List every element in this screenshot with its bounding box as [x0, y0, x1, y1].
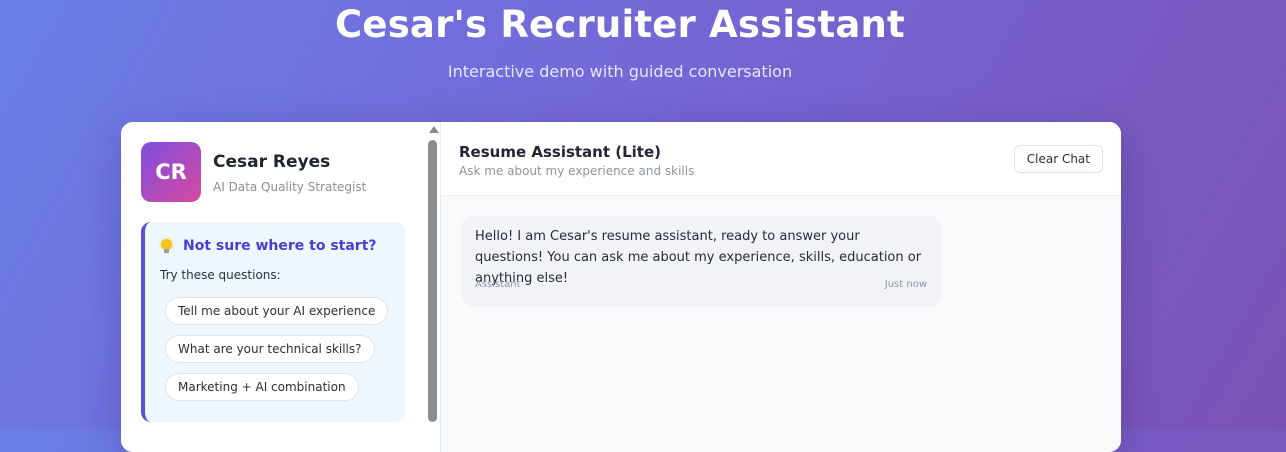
clear-chat-button[interactable]: Clear Chat: [1013, 145, 1103, 173]
message-text: Hello! I am Cesar's resume assistant, re…: [475, 229, 922, 286]
chat-title: Resume Assistant (Lite): [459, 143, 662, 161]
chat-header: Resume Assistant (Lite) Ask me about my …: [441, 122, 1121, 196]
page-title: Cesar's Recruiter Assistant: [335, 3, 905, 46]
suggestion-chip[interactable]: What are your technical skills?: [165, 335, 375, 363]
suggestions-prompt: Try these questions:: [160, 268, 281, 282]
profile-sidebar: CR Cesar Reyes AI Data Quality Strategis…: [121, 122, 412, 452]
suggestion-chip[interactable]: Marketing + AI combination: [165, 373, 359, 401]
lightbulb-icon: [161, 238, 173, 254]
message-sender: Assistant: [475, 279, 521, 290]
app-card: CR Cesar Reyes AI Data Quality Strategis…: [121, 122, 1121, 452]
page-subtitle: Interactive demo with guided conversatio…: [447, 62, 793, 81]
assistant-message: Hello! I am Cesar's resume assistant, re…: [461, 216, 941, 307]
scroll-up-arrow-icon[interactable]: [429, 126, 439, 133]
profile-name: Cesar Reyes: [213, 152, 331, 172]
avatar: CR: [141, 142, 201, 202]
suggestions-panel: Not sure where to start? Try these quest…: [141, 222, 405, 422]
scrollbar-thumb[interactable]: [428, 140, 437, 422]
suggestions-title: Not sure where to start?: [183, 238, 377, 254]
suggestion-chip[interactable]: Tell me about your AI experience: [165, 297, 389, 325]
suggestions-header: Not sure where to start?: [161, 238, 377, 254]
message-timestamp: Just now: [884, 279, 927, 290]
chat-panel: Resume Assistant (Lite) Ask me about my …: [441, 122, 1121, 452]
chat-subtitle: Ask me about my experience and skills: [459, 164, 695, 178]
profile-role: AI Data Quality Strategist: [213, 180, 367, 194]
